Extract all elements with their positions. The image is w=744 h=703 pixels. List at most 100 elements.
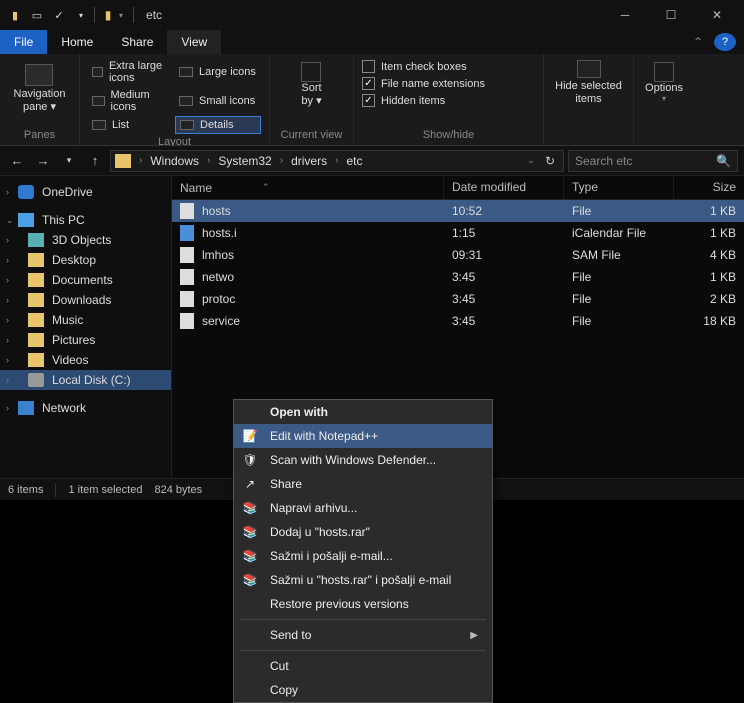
file-row[interactable]: hosts10:52File1 KB xyxy=(172,200,744,222)
menu-item[interactable]: Send to▶ xyxy=(234,623,492,647)
search-box[interactable]: Search etc 🔍 xyxy=(568,150,738,172)
close-button[interactable]: ✕ xyxy=(694,0,740,30)
recent-dropdown[interactable]: ▾ xyxy=(58,150,80,172)
options-button[interactable]: Options ▾ xyxy=(645,62,683,103)
dropdown-icon[interactable]: ⌄ xyxy=(523,155,539,166)
menu-item[interactable]: Cut xyxy=(234,654,492,678)
folder-icon xyxy=(28,253,44,267)
hide-selected-button[interactable]: Hide selecteditems xyxy=(555,60,622,105)
folder-icon: ▮ xyxy=(8,9,22,22)
ribbon-group-layout: Extra large icons Large icons Medium ico… xyxy=(80,54,270,145)
search-icon: 🔍 xyxy=(716,154,731,168)
breadcrumb-segment[interactable]: etc xyxy=(342,154,366,168)
sidebar-item-desktop[interactable]: ›Desktop xyxy=(0,250,171,270)
expand-icon[interactable]: › xyxy=(6,355,9,365)
sidebar-item-pictures[interactable]: ›Pictures xyxy=(0,330,171,350)
sidebar-item-local-disk[interactable]: ›Local Disk (C:) xyxy=(0,370,171,390)
checkbox-file-extensions[interactable]: ✓File name extensions xyxy=(362,75,535,92)
file-type: File xyxy=(564,292,674,306)
menu-item-label: Scan with Windows Defender... xyxy=(270,453,436,467)
sidebar-item-onedrive[interactable]: ›OneDrive xyxy=(0,182,171,202)
expand-icon[interactable]: › xyxy=(6,403,9,413)
menu-item[interactable]: 🛡Scan with Windows Defender... xyxy=(234,448,492,472)
sidebar-item-videos[interactable]: ›Videos xyxy=(0,350,171,370)
menu-item[interactable]: 📚Sažmi i pošalji e-mail... xyxy=(234,544,492,568)
checkbox-hidden-items[interactable]: ✓Hidden items xyxy=(362,92,535,109)
sidebar-item-3d-objects[interactable]: ›3D Objects xyxy=(0,230,171,250)
view-details[interactable]: Details xyxy=(175,116,261,134)
sidebar-item-downloads[interactable]: ›Downloads xyxy=(0,290,171,310)
refresh-icon[interactable]: ↻ xyxy=(541,154,559,168)
file-row[interactable]: service3:45File18 KB xyxy=(172,310,744,332)
forward-button[interactable]: → xyxy=(32,150,54,172)
chevron-right-icon[interactable]: › xyxy=(137,155,144,166)
tab-file[interactable]: File xyxy=(0,30,47,54)
back-button[interactable]: ← xyxy=(6,150,28,172)
view-large-icons[interactable]: Large icons xyxy=(175,58,261,86)
tab-view[interactable]: View xyxy=(167,30,221,54)
chevron-right-icon[interactable]: › xyxy=(205,155,212,166)
qat-dropdown-icon[interactable]: ▾ xyxy=(74,11,88,20)
sort-by-button[interactable]: Sortby ▾ xyxy=(301,62,321,107)
chevron-right-icon[interactable]: › xyxy=(333,155,340,166)
breadcrumb-segment[interactable]: System32 xyxy=(214,154,275,168)
column-size[interactable]: Size xyxy=(674,176,744,199)
expand-icon[interactable]: › xyxy=(6,375,9,385)
sidebar-item-music[interactable]: ›Music xyxy=(0,310,171,330)
expand-icon[interactable]: › xyxy=(6,275,9,285)
menu-item-icon: 📝 xyxy=(242,428,258,444)
menu-item[interactable]: Open with xyxy=(234,400,492,424)
checkbox-icon: ✓ xyxy=(362,77,375,90)
help-button[interactable]: ? xyxy=(714,33,736,51)
menu-item[interactable]: Restore previous versions xyxy=(234,592,492,616)
checkmark-icon[interactable]: ✓ xyxy=(52,9,66,22)
file-row[interactable]: protoc3:45File2 KB xyxy=(172,288,744,310)
menu-item[interactable]: ↗Share xyxy=(234,472,492,496)
tab-home[interactable]: Home xyxy=(47,30,107,54)
file-date: 3:45 xyxy=(444,292,564,306)
chevron-right-icon[interactable]: › xyxy=(278,155,285,166)
up-button[interactable]: ↑ xyxy=(84,150,106,172)
navigation-pane-button[interactable]: Navigationpane ▾ xyxy=(14,64,66,113)
breadcrumb-bar[interactable]: › Windows › System32 › drivers › etc ⌄ ↻ xyxy=(110,150,564,172)
menu-item[interactable]: 📝Edit with Notepad++ xyxy=(234,424,492,448)
file-date: 10:52 xyxy=(444,204,564,218)
column-type[interactable]: Type xyxy=(564,176,674,199)
sidebar-item-documents[interactable]: ›Documents xyxy=(0,270,171,290)
view-small-icons[interactable]: Small icons xyxy=(175,87,261,115)
ribbon-collapse-icon[interactable]: ⌃ xyxy=(686,30,710,54)
menu-item[interactable]: 📚Dodaj u "hosts.rar" xyxy=(234,520,492,544)
expand-icon[interactable]: › xyxy=(6,255,9,265)
breadcrumb-segment[interactable]: drivers xyxy=(287,154,331,168)
column-date[interactable]: Date modified xyxy=(444,176,564,199)
minimize-button[interactable]: ─ xyxy=(602,0,648,30)
file-row[interactable]: netwo3:45File1 KB xyxy=(172,266,744,288)
menu-item-icon: 📚 xyxy=(242,548,258,564)
breadcrumb-segment[interactable]: Windows xyxy=(146,154,203,168)
checkbox-item-check-boxes[interactable]: Item check boxes xyxy=(362,58,535,75)
expand-icon[interactable]: › xyxy=(6,187,9,197)
view-list[interactable]: List xyxy=(88,116,174,134)
qat-dropdown-icon[interactable]: ▾ xyxy=(115,11,127,20)
expand-icon[interactable]: › xyxy=(6,335,9,345)
file-row[interactable]: lmhos09:31SAM File4 KB xyxy=(172,244,744,266)
file-size: 1 KB xyxy=(674,226,744,240)
properties-icon[interactable]: ▭ xyxy=(30,9,44,22)
expand-icon[interactable]: › xyxy=(6,315,9,325)
sidebar-item-network[interactable]: ›Network xyxy=(0,398,171,418)
menu-item[interactable]: Copy xyxy=(234,678,492,702)
tab-share[interactable]: Share xyxy=(107,30,167,54)
window-title: etc xyxy=(146,8,162,22)
file-type: File xyxy=(564,204,674,218)
expand-icon[interactable]: › xyxy=(6,295,9,305)
sidebar-item-this-pc[interactable]: ⌄This PC xyxy=(0,210,171,230)
maximize-button[interactable]: ☐ xyxy=(648,0,694,30)
view-medium-icons[interactable]: Medium icons xyxy=(88,87,174,115)
expand-icon[interactable]: › xyxy=(6,235,9,245)
menu-item-icon: ↗ xyxy=(242,476,258,492)
collapse-icon[interactable]: ⌄ xyxy=(6,215,14,226)
menu-item[interactable]: 📚Sažmi u "hosts.rar" i pošalji e-mail xyxy=(234,568,492,592)
file-row[interactable]: hosts.i1:15iCalendar File1 KB xyxy=(172,222,744,244)
column-name[interactable]: Name⌃ xyxy=(172,176,444,199)
view-extra-large-icons[interactable]: Extra large icons xyxy=(88,58,174,86)
